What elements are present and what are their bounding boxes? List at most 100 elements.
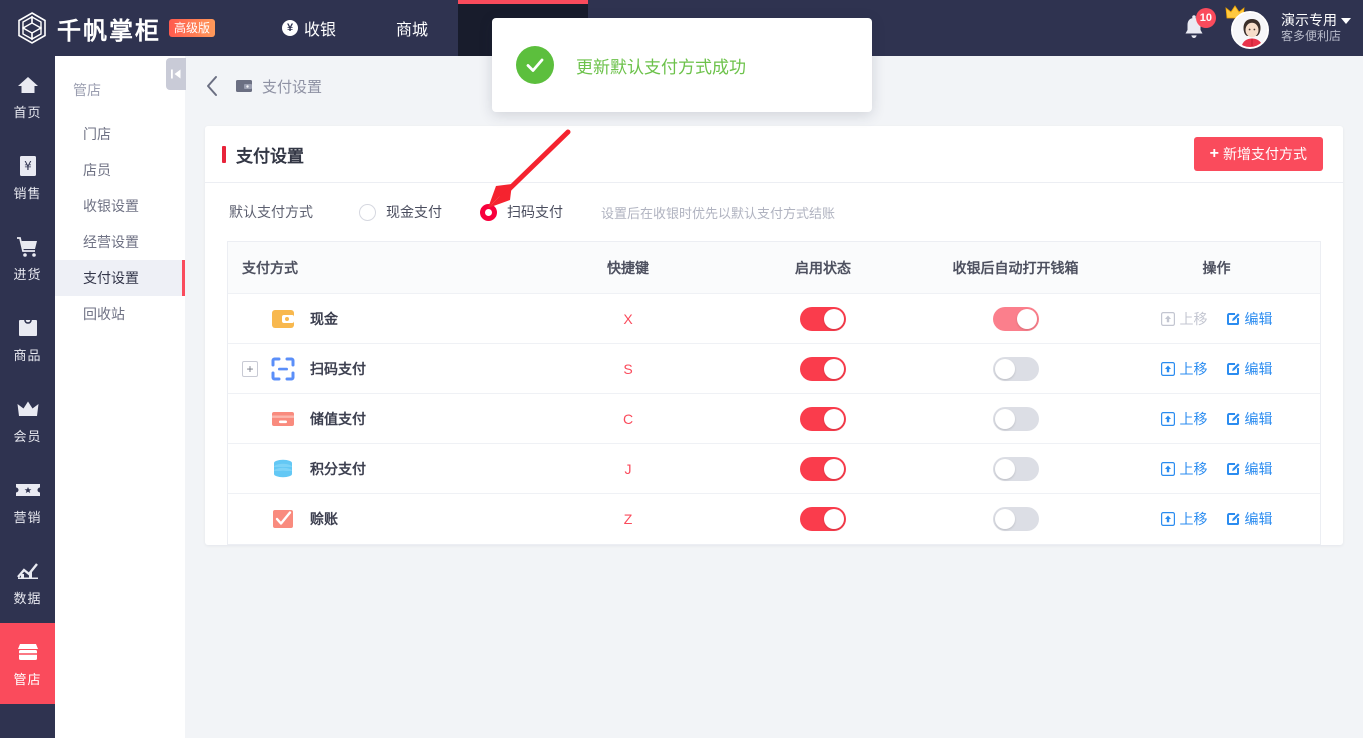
toggle-knob xyxy=(1016,308,1037,329)
radio-scan-icon xyxy=(480,203,497,221)
move-up-label: 上移 xyxy=(1179,410,1208,427)
enabled-toggle[interactable] xyxy=(800,456,846,481)
add-payment-method-button[interactable]: + 新增支付方式 xyxy=(1193,137,1323,171)
submenu-item-payment-settings[interactable]: 支付设置 xyxy=(55,260,185,296)
user-menu[interactable]: 演示专用 客多便利店 xyxy=(1281,12,1351,45)
move-up-button[interactable]: 上移 xyxy=(1160,359,1208,379)
sidebar-collapse-button[interactable] xyxy=(166,58,186,90)
cell-drawer xyxy=(918,507,1113,531)
toggle-knob xyxy=(994,358,1015,379)
submenu-item-business-settings[interactable]: 经营设置 xyxy=(55,224,185,260)
edit-button[interactable]: 编辑 xyxy=(1226,359,1273,379)
column-header-enabled: 启用状态 xyxy=(795,259,851,276)
cell-actions: 上移 编辑 xyxy=(1113,459,1320,479)
nav-item-cashier[interactable]: ¥ 收银 xyxy=(252,0,366,56)
nav-item-mall[interactable]: 商城 xyxy=(366,0,458,56)
submenu-item-recycle-bin[interactable]: 回收站 xyxy=(55,296,185,332)
submenu-item-stores[interactable]: 门店 xyxy=(55,116,185,152)
avatar[interactable] xyxy=(1225,5,1271,49)
notifications-button[interactable]: 10 xyxy=(1177,8,1216,45)
sidebar-item-sales[interactable]: ¥ 销售 xyxy=(0,137,55,218)
move-up-button[interactable]: 上移 xyxy=(1160,509,1208,529)
payment-settings-card: 支付设置 + 新增支付方式 默认支付方式 现金支付 扫码支付 设置后在收银时优先… xyxy=(205,126,1343,545)
success-toast: 更新默认支付方式成功 xyxy=(492,18,872,112)
sales-icon: ¥ xyxy=(18,154,38,178)
move-up-button[interactable]: 上移 xyxy=(1160,459,1208,479)
enabled-toggle[interactable] xyxy=(800,406,846,431)
toggle-knob xyxy=(994,408,1015,429)
brand-logo[interactable]: 千帆掌柜 高级版 xyxy=(0,10,252,46)
toggle-knob xyxy=(824,408,844,429)
notification-badge: 10 xyxy=(1195,8,1216,28)
edit-button[interactable]: 编辑 xyxy=(1226,459,1273,479)
edition-badge: 高级版 xyxy=(169,18,216,38)
cell-method: + 现金 xyxy=(228,306,528,332)
toggle-knob xyxy=(824,308,844,329)
logo-text: 千帆掌柜 xyxy=(57,17,161,45)
submenu-item-cashier-settings[interactable]: 收银设置 xyxy=(55,188,185,224)
sidebar-item-marketing[interactable]: 营销 xyxy=(0,461,55,542)
table-row: + 现金 X xyxy=(228,294,1320,344)
edit-button[interactable]: 编辑 xyxy=(1226,509,1273,529)
sidebar-item-home-label: 首页 xyxy=(13,104,42,120)
wallet-icon xyxy=(235,78,253,94)
sidebar-item-sales-label: 销售 xyxy=(13,185,42,201)
sidebar-item-goods[interactable]: 商品 xyxy=(0,299,55,380)
cell-shortcut: S xyxy=(528,361,728,377)
cell-enabled xyxy=(728,456,918,481)
edit-icon xyxy=(1226,312,1240,326)
radio-option-scan[interactable]: 扫码支付 xyxy=(480,202,563,222)
nav-item-mall-label: 商城 xyxy=(396,22,429,39)
expand-icon[interactable]: + xyxy=(242,360,258,377)
drawer-toggle[interactable] xyxy=(992,507,1039,531)
toggle-knob xyxy=(824,458,844,479)
move-up-button[interactable]: 上移 xyxy=(1160,409,1208,429)
radio-option-cash[interactable]: 现金支付 xyxy=(359,202,442,222)
payment-methods-table: 支付方式 快捷键 启用状态 收银后自动打开钱箱 操作 + xyxy=(227,241,1321,545)
drawer-toggle[interactable] xyxy=(992,306,1039,331)
sidebar-item-shop[interactable]: 管店 xyxy=(0,623,55,704)
enabled-toggle[interactable] xyxy=(800,306,846,331)
sidebar-item-member[interactable]: 会员 xyxy=(0,380,55,461)
edit-button[interactable]: 编辑 xyxy=(1226,309,1273,329)
credit-check-icon xyxy=(270,506,296,532)
edit-icon xyxy=(1226,362,1240,376)
back-button[interactable] xyxy=(205,75,219,97)
drawer-toggle[interactable] xyxy=(992,356,1039,381)
cell-method: + 赊账 xyxy=(228,506,528,532)
shortcut-key: X xyxy=(623,310,633,327)
sidebar-item-shop-label: 管店 xyxy=(13,671,42,687)
sidebar-item-member-label: 会员 xyxy=(13,428,42,444)
cell-enabled xyxy=(728,507,918,531)
drawer-toggle[interactable] xyxy=(992,456,1039,481)
cell-method: + 扫码支付 xyxy=(228,356,528,382)
edit-label: 编辑 xyxy=(1244,410,1273,427)
move-up-icon xyxy=(1160,461,1175,476)
move-up-icon xyxy=(1160,411,1175,426)
chevron-down-icon xyxy=(1341,17,1351,24)
move-up-icon xyxy=(1160,311,1175,326)
method-name: 积分支付 xyxy=(310,460,366,477)
sidebar-item-purchase[interactable]: 进货 xyxy=(0,218,55,299)
plus-icon: + xyxy=(1209,145,1219,162)
main-content: 支付设置 支付设置 + 新增支付方式 默认支付方式 现金支付 扫码支付 设置后在… xyxy=(185,56,1363,738)
cell-method: + 储值支付 xyxy=(228,406,528,432)
drawer-toggle[interactable] xyxy=(992,406,1039,431)
toast-message: 更新默认支付方式成功 xyxy=(576,57,746,77)
sidebar-item-home[interactable]: 首页 xyxy=(0,56,55,137)
avatar-image xyxy=(1231,11,1269,49)
enabled-toggle[interactable] xyxy=(800,507,846,531)
points-stack-icon xyxy=(270,456,296,482)
breadcrumb-text: 支付设置 xyxy=(262,78,323,96)
coin-icon: ¥ xyxy=(282,20,298,36)
enabled-toggle[interactable] xyxy=(800,356,846,381)
nav-item-cashier-label: 收银 xyxy=(304,22,337,39)
method-name: 储值支付 xyxy=(310,410,366,427)
submenu-item-business-settings-label: 经营设置 xyxy=(83,234,139,250)
sidebar-item-data[interactable]: 数据 xyxy=(0,542,55,623)
edit-button[interactable]: 编辑 xyxy=(1226,409,1273,429)
submenu-item-staff[interactable]: 店员 xyxy=(55,152,185,188)
submenu-item-payment-settings-label: 支付设置 xyxy=(83,270,139,286)
move-up-icon xyxy=(1160,512,1175,526)
move-up-label: 上移 xyxy=(1179,360,1208,377)
